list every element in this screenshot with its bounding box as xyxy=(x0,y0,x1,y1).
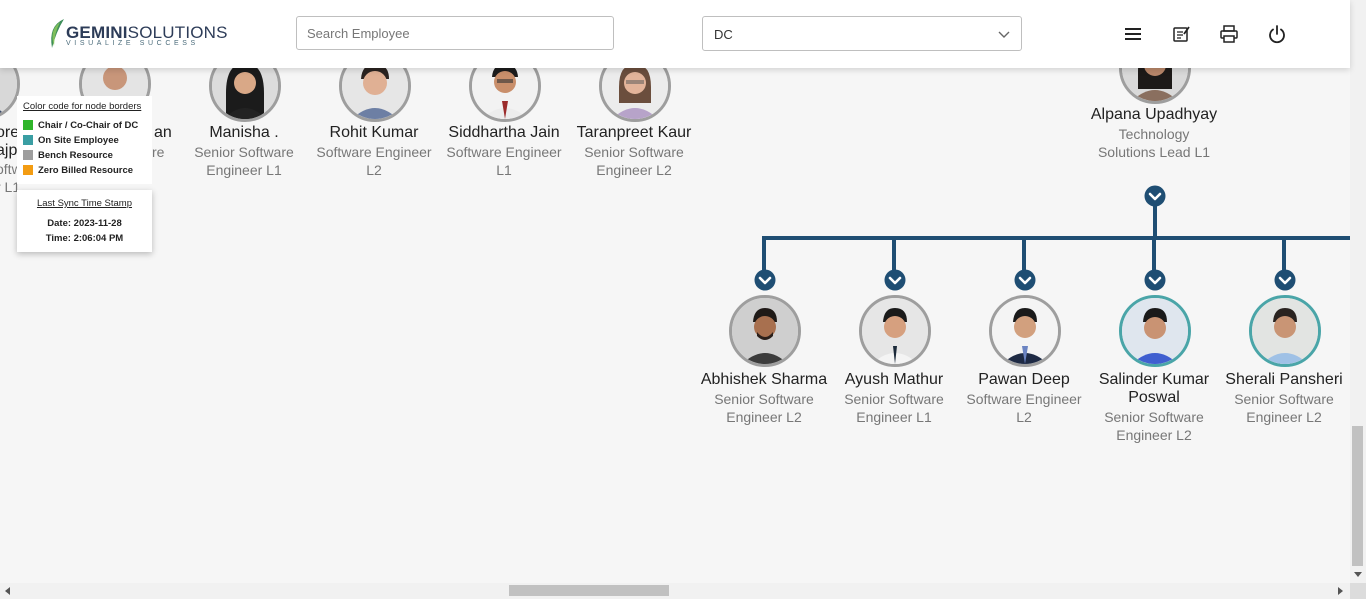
employee-name: Alpana Upadhyay xyxy=(1090,106,1218,123)
employee-node[interactable]: Manisha . Senior Software Engineer L1 xyxy=(179,124,309,179)
sync-date: Date: 2023-11-28 xyxy=(47,218,122,229)
manager-node[interactable]: Alpana Upadhyay Technology Solutions Lea… xyxy=(1089,106,1219,161)
employee-name: Manisha . xyxy=(209,124,279,141)
legend-title: Color code for node borders xyxy=(23,101,142,112)
vertical-scroll-thumb[interactable] xyxy=(1352,426,1363,566)
connector-line xyxy=(1282,236,1286,270)
search-employee-input[interactable] xyxy=(296,16,614,50)
employee-designation: Senior Software Engineer L2 xyxy=(584,144,684,178)
employee-node[interactable]: Siddhartha Jain Software Engineer L1 xyxy=(439,124,569,179)
legend-swatch xyxy=(23,120,33,130)
employee-designation: Senior Software Engineer L1 xyxy=(194,144,294,178)
legend-label: On Site Employee xyxy=(38,135,119,146)
horizontal-scrollbar[interactable] xyxy=(0,583,1350,599)
employee-name: Ayush Mathur xyxy=(844,371,944,388)
legend-swatch xyxy=(23,135,33,145)
employee-name: Siddhartha Jain xyxy=(448,124,560,141)
sync-title: Last Sync Time Stamp xyxy=(36,198,133,209)
employee-node[interactable]: Ayush Mathur Senior Software Engineer L1 xyxy=(829,371,959,426)
employee-name: Sherali Pansheri xyxy=(1225,371,1343,388)
sync-time: Time: 2:06:04 PM xyxy=(45,233,124,244)
legend-label: Zero Billed Resource xyxy=(38,165,134,176)
avatar[interactable] xyxy=(989,295,1061,367)
legend-swatch xyxy=(23,150,33,160)
connector-line xyxy=(1152,236,1156,270)
employee-designation: Senior Software Engineer L2 xyxy=(1234,391,1334,425)
employee-name: Abhishek Sharma xyxy=(700,371,828,388)
employee-designation: Senior Software Engineer L1 xyxy=(844,391,944,425)
legend-swatch xyxy=(23,165,33,175)
gemini-logo[interactable]: GEMINISOLUTIONS VISUALIZE SUCCESS xyxy=(46,18,228,50)
connector-line xyxy=(1153,205,1157,238)
connector-line xyxy=(762,236,1350,240)
horizontal-scroll-thumb[interactable] xyxy=(509,585,669,596)
partial-node-name: an xyxy=(154,124,172,141)
employee-name: Rohit Kumar xyxy=(329,124,419,141)
employee-node[interactable]: Abhishek Sharma Senior Software Engineer… xyxy=(699,371,829,426)
top-header: GEMINISOLUTIONS VISUALIZE SUCCESS DC xyxy=(0,0,1350,68)
expand-toggle-icon[interactable] xyxy=(884,269,906,291)
employee-node[interactable]: Rohit Kumar Software Engineer L2 xyxy=(309,124,439,179)
expand-toggle-icon[interactable] xyxy=(1274,269,1296,291)
connector-line xyxy=(1022,236,1026,270)
avatar[interactable] xyxy=(729,295,801,367)
scroll-right-arrow-icon[interactable] xyxy=(1338,587,1343,595)
legend-label: Bench Resource xyxy=(38,150,113,161)
sync-timestamp-panel: Last Sync Time Stamp Date: 2023-11-28 Ti… xyxy=(17,190,152,252)
scrollbar-corner xyxy=(1350,583,1366,599)
expand-toggle-icon[interactable] xyxy=(1144,269,1166,291)
employee-node[interactable]: Pawan Deep Software Engineer L2 xyxy=(959,371,1089,426)
avatar[interactable] xyxy=(859,295,931,367)
legend-label: Chair / Co-Chair of DC xyxy=(38,120,139,131)
dc-select[interactable]: DC xyxy=(702,16,1022,51)
power-icon[interactable] xyxy=(1267,24,1287,44)
employee-designation: Senior Software Engineer L2 xyxy=(714,391,814,425)
collapse-toggle-icon[interactable] xyxy=(1144,185,1166,207)
notes-icon[interactable] xyxy=(1171,24,1191,44)
employee-designation: Software Engineer L2 xyxy=(966,391,1082,425)
logo-tagline: VISUALIZE SUCCESS xyxy=(66,40,199,47)
employee-name: Pawan Deep xyxy=(978,371,1070,388)
scroll-down-arrow-icon[interactable] xyxy=(1354,572,1362,577)
employee-node[interactable]: Sherali Pansheri Senior Software Enginee… xyxy=(1219,371,1349,426)
expand-toggle-icon[interactable] xyxy=(754,269,776,291)
avatar[interactable] xyxy=(1119,295,1191,367)
print-icon[interactable] xyxy=(1219,24,1239,44)
employee-name: Salinder Kumar Poswal xyxy=(1098,371,1210,406)
leaf-logo-icon xyxy=(51,19,64,48)
scroll-left-arrow-icon[interactable] xyxy=(5,587,10,595)
partial-node-designation: re xyxy=(152,144,165,160)
employee-designation: Software Engineer L2 xyxy=(316,144,432,178)
employee-designation: Software Engineer L1 xyxy=(446,144,562,178)
legend-panel: Color code for node borders Chair / Co-C… xyxy=(17,96,152,184)
org-chart-canvas[interactable]: oreajpu oftwar L1 an re Manisha . Senior… xyxy=(0,0,1350,583)
employee-node[interactable]: Salinder Kumar Poswal Senior Software En… xyxy=(1089,371,1219,444)
dc-select-value: DC xyxy=(714,27,733,42)
connector-line xyxy=(762,236,766,270)
employee-name: Taranpreet Kaur xyxy=(576,124,692,141)
expand-toggle-icon[interactable] xyxy=(1014,269,1036,291)
employee-designation: Technology Solutions Lead L1 xyxy=(1097,126,1211,160)
connector-line xyxy=(892,236,896,270)
employee-designation: Senior Software Engineer L2 xyxy=(1104,409,1204,443)
employee-node[interactable]: Taranpreet Kaur Senior Software Engineer… xyxy=(569,124,699,179)
menu-icon[interactable] xyxy=(1123,24,1143,44)
chevron-down-icon xyxy=(998,31,1010,38)
avatar[interactable] xyxy=(1249,295,1321,367)
